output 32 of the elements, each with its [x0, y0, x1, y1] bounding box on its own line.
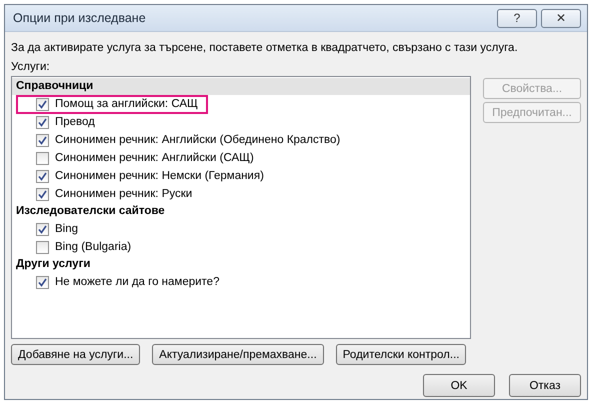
checkbox[interactable]: [36, 152, 49, 164]
help-button[interactable]: ?: [497, 8, 537, 28]
checkbox[interactable]: [36, 188, 49, 200]
service-label: Bing (Bulgaria): [55, 241, 132, 253]
checkbox[interactable]: [36, 240, 49, 254]
cancel-button[interactable]: Отказ: [509, 374, 581, 397]
window-title: Опции при изследване: [13, 11, 146, 25]
close-button[interactable]: ✕: [541, 8, 581, 28]
checkbox[interactable]: [36, 276, 49, 288]
checkbox[interactable]: [36, 98, 49, 110]
checkbox[interactable]: [36, 170, 49, 182]
parental-control-button[interactable]: Родителски контрол...: [336, 344, 466, 365]
services-label: Услуги:: [11, 61, 51, 73]
service-label: Превод: [55, 116, 95, 128]
group-header[interactable]: Изследователски сайтове: [12, 203, 470, 220]
group-header[interactable]: Справочници: [12, 78, 470, 95]
service-label: Не можете ли да го намерите?: [55, 276, 220, 288]
update-remove-button[interactable]: Актуализиране/премахване...: [152, 344, 324, 365]
service-label: Синонимен речник: Английски (Обединено Кралство): [55, 134, 340, 146]
service-label: Синонимен речник: Английски (САЩ): [55, 152, 254, 164]
checkbox[interactable]: [36, 116, 49, 128]
checkbox[interactable]: [36, 222, 49, 236]
service-label: Синонимен речник: Руски: [55, 188, 192, 200]
add-services-button[interactable]: Добавяне на услуги...: [11, 344, 140, 365]
checkbox[interactable]: [36, 134, 49, 146]
instruction-text: За да активирате услуга за търсене, поставете отметка в квадратчето, свързано с тази услуга.: [11, 42, 519, 54]
ok-button[interactable]: OK: [423, 374, 495, 397]
services-list[interactable]: [11, 76, 471, 339]
service-label: Синонимен речник: Немски (Германия): [55, 170, 264, 182]
service-label: Помощ за английски: САЩ: [55, 98, 198, 110]
group-header[interactable]: Други услуги: [12, 256, 470, 273]
service-label: Bing: [55, 223, 78, 235]
